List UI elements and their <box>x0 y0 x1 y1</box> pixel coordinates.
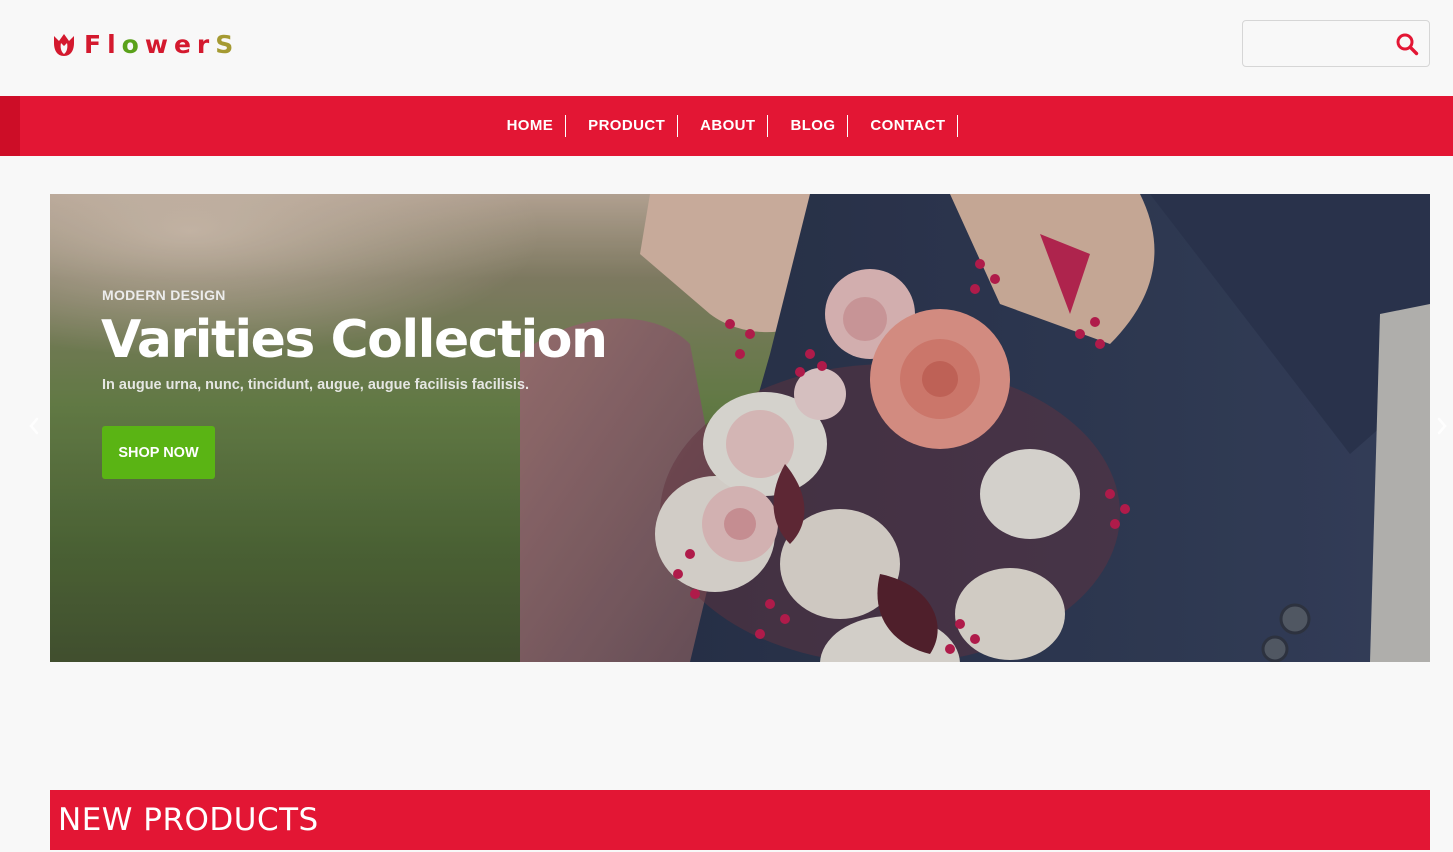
search-box <box>1242 20 1430 67</box>
tulip-icon <box>54 34 74 56</box>
shop-now-button[interactable]: SHOP NOW <box>102 426 215 479</box>
main-nav: HOME PRODUCT ABOUT BLOG CONTACT <box>0 96 1453 156</box>
search-icon <box>1396 33 1419 56</box>
chevron-left-icon <box>29 417 39 435</box>
logo-letter: S <box>215 30 240 59</box>
logo-letter: r <box>196 30 216 59</box>
slider-next-button[interactable] <box>1432 414 1452 438</box>
nav-menu: HOME PRODUCT ABOUT BLOG CONTACT <box>0 96 1453 156</box>
nav-item-home[interactable]: HOME <box>507 115 567 137</box>
hero-slider: MODERN DESIGN Varities Collection In aug… <box>50 194 1430 662</box>
nav-item-about[interactable]: ABOUT <box>678 115 769 137</box>
search-input[interactable] <box>1251 29 1381 58</box>
hero-subtitle: MODERN DESIGN <box>102 287 226 303</box>
search-button[interactable] <box>1393 31 1421 57</box>
new-products-header: NEW PRODUCTS <box>50 790 1430 850</box>
hero-image <box>50 194 1430 662</box>
nav-item-product[interactable]: PRODUCT <box>566 115 679 137</box>
logo-letter: F <box>84 30 108 59</box>
logo-letter: o <box>121 30 145 59</box>
logo[interactable]: FlowerS <box>52 30 239 60</box>
logo-letter: w <box>144 30 174 59</box>
nav-item-contact[interactable]: CONTACT <box>848 115 959 137</box>
chevron-right-icon <box>1437 417 1447 435</box>
nav-item-blog[interactable]: BLOG <box>768 115 849 137</box>
new-products-title: NEW PRODUCTS <box>58 802 319 838</box>
hero-title: Varities Collection <box>101 310 608 370</box>
logo-letter: e <box>173 30 197 59</box>
logo-wordmark: FlowerS <box>84 30 239 60</box>
slider-prev-button[interactable] <box>24 414 44 438</box>
hero-description: In augue urna, nunc, tincidunt, augue, a… <box>102 377 530 393</box>
site-header: FlowerS <box>0 0 1453 96</box>
logo-letter: l <box>107 30 122 59</box>
